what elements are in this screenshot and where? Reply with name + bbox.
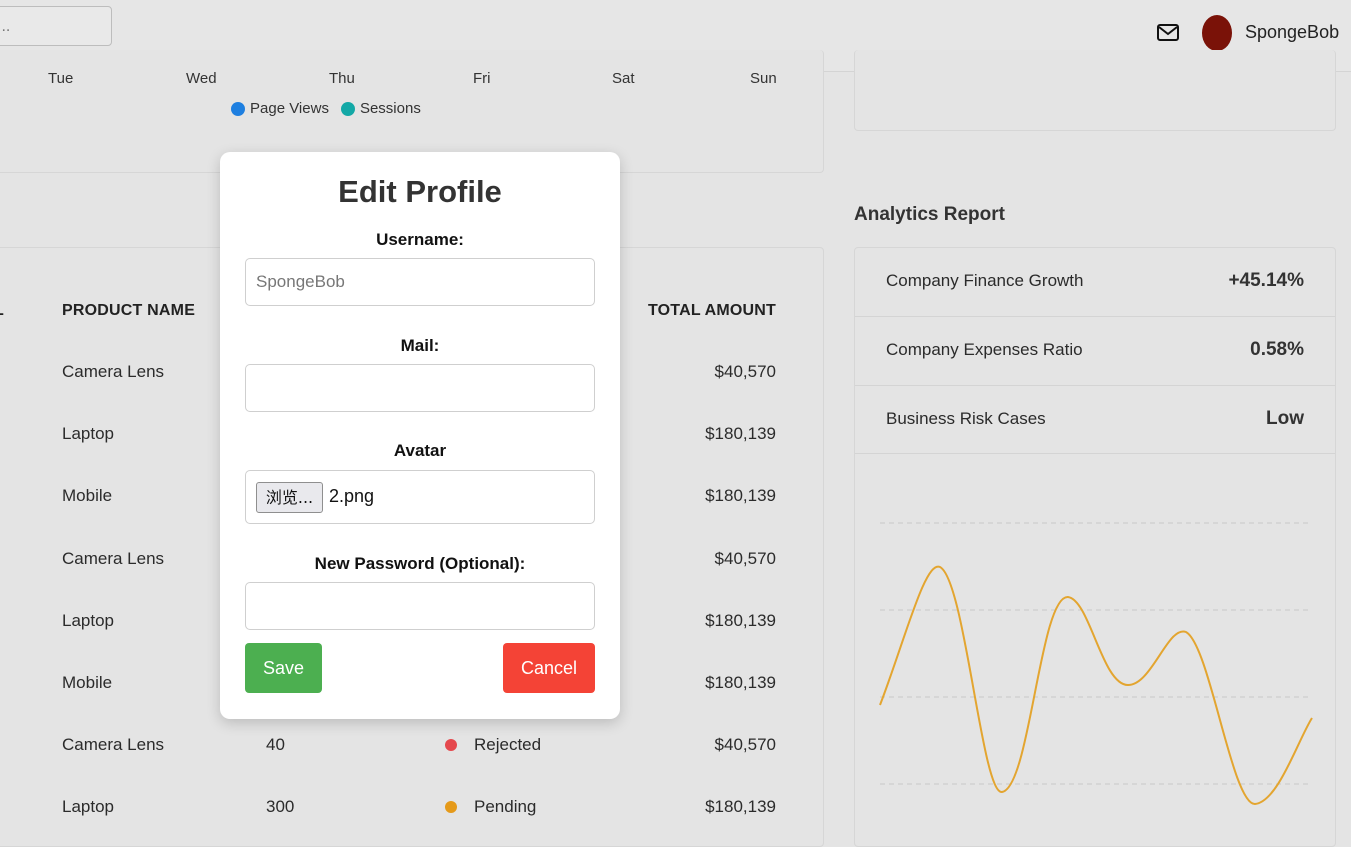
cell-amount: $40,570 [714,549,776,568]
password-field[interactable] [245,582,595,630]
analytics-value-expenses-ratio: 0.58% [1250,339,1304,360]
cell-amount: $180,139 [705,673,776,692]
cell-product: Laptop [62,797,114,816]
table-header-cut: L [0,302,4,320]
legend-sessions[interactable]: Sessions [340,100,421,117]
cell-product: Laptop [62,611,114,630]
avatar-file-input[interactable]: 浏览... 2.png [245,470,595,524]
username-label: Username: [376,230,464,249]
cell-amount: $180,139 [705,424,776,443]
divider [855,316,1335,317]
x-tick-label: Fri [473,70,491,87]
cell-amount: $40,570 [714,735,776,754]
modal-title: Edit Profile [338,174,502,209]
search-input[interactable]: ... [0,6,112,46]
table-header-amount: TOTAL AMOUNT [647,302,776,319]
avatar[interactable] [1202,15,1232,51]
divider [855,453,1335,454]
legend-dot [340,101,355,116]
save-button[interactable]: Save [245,643,322,693]
status-dot [445,801,457,813]
selected-file-name: 2.png [329,486,375,506]
analytics-label-finance-growth: Company Finance Growth [886,271,1084,290]
legend-dot [231,101,245,116]
cell-amount: $180,139 [705,797,776,816]
right-top-card [854,50,1336,131]
status-dot [445,739,457,751]
analytics-label-risk-cases: Business Risk Cases [886,409,1046,428]
analytics-value-risk-cases: Low [1266,408,1304,429]
trend-line [879,565,1313,806]
legend-label: Page Views [250,100,329,117]
mail-icon[interactable] [1156,22,1180,44]
cell-amount: $180,139 [705,486,776,505]
analytics-title: Analytics Report [854,204,1005,225]
x-tick-label: Sun [750,70,777,87]
browse-button[interactable]: 浏览... [256,482,323,513]
cancel-button[interactable]: Cancel [503,643,595,693]
cell-amount: $180,139 [705,611,776,630]
analytics-label-expenses-ratio: Company Expenses Ratio [886,340,1083,359]
chart-legend: Page Views Sessions [231,100,433,117]
table-header-product: PRODUCT NAME [62,302,196,319]
legend-page-views[interactable]: Page Views [231,100,329,117]
cell-quantity: 40 [266,735,285,754]
cell-product: Camera Lens [62,549,165,568]
cell-product: Camera Lens [62,735,165,754]
cell-product: Mobile [62,673,113,692]
edit-profile-modal: Edit Profile Username: Mail: Avatar 浏览..… [220,152,620,719]
avatar-label: Avatar [393,441,447,460]
cell-amount: $40,570 [714,362,776,381]
x-tick-label: Tue [48,70,74,87]
cell-quantity: 300 [266,797,295,816]
divider [855,385,1335,386]
cell-status: Rejected [474,735,542,754]
user-name[interactable]: SpongeBob [1245,22,1339,43]
password-label: New Password (Optional): [314,554,526,573]
x-tick-label: Thu [329,70,355,87]
analytics-value-finance-growth: +45.14% [1228,270,1304,291]
legend-label: Sessions [359,100,421,117]
cell-product: Mobile [62,486,113,505]
mail-field[interactable] [245,364,595,412]
mail-label: Mail: [400,336,440,355]
x-tick-label: Sat [612,70,635,87]
cell-product: Camera Lens [62,362,165,381]
analytics-line-chart [879,522,1313,806]
cell-status: Pending [474,797,537,816]
cell-product: Laptop [62,424,114,443]
username-field[interactable] [245,258,595,306]
x-tick-label: Wed [186,70,217,87]
